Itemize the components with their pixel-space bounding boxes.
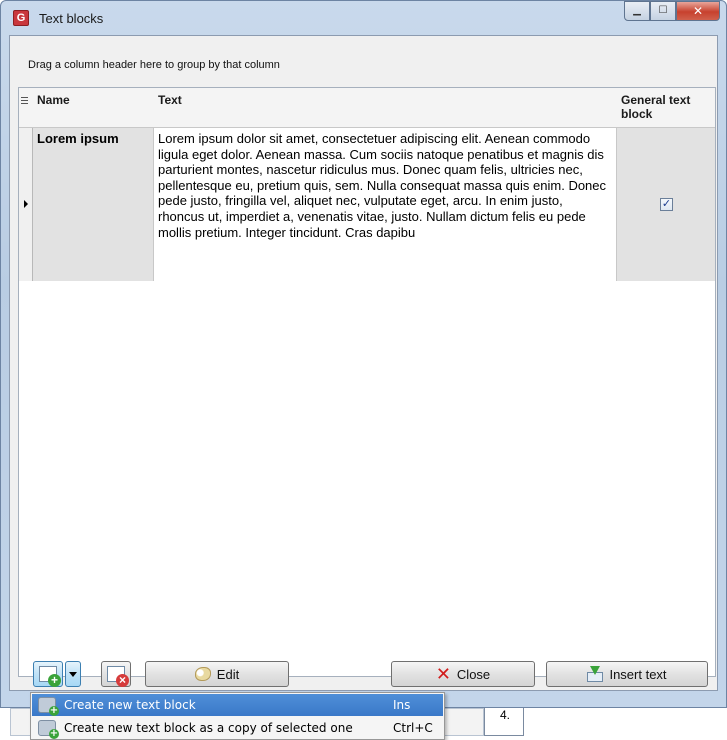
row-indicator[interactable] [19, 128, 33, 281]
add-text-block-button[interactable] [33, 661, 63, 687]
add-dropdown-button[interactable] [65, 661, 81, 687]
close-button[interactable]: ✕ Close [391, 661, 535, 687]
menu-item-create-copy[interactable]: Create new text block as a copy of selec… [32, 717, 443, 739]
window-controls: ▁ ☐ ✕ [624, 1, 720, 23]
delete-document-icon [107, 666, 129, 687]
window-title: Text blocks [39, 11, 104, 26]
background-cell: 4. [484, 704, 524, 736]
group-by-hint: Drag a column header here to group by th… [28, 59, 280, 71]
edit-button-label: Edit [216, 666, 240, 682]
cell-name[interactable]: Lorem ipsum [33, 128, 154, 281]
add-document-icon [39, 666, 61, 687]
dialog-client-area: Drag a column header here to group by th… [9, 35, 718, 691]
text-blocks-dialog: G Text blocks ▁ ☐ ✕ Drag a column header… [0, 0, 727, 708]
insert-button-label: Insert text [609, 666, 667, 682]
grid-header: Name Text General text block [19, 88, 715, 128]
edit-icon [194, 667, 211, 681]
text-blocks-grid[interactable]: Name Text General text block Lorem ipsum… [18, 87, 716, 677]
general-text-block-checkbox[interactable]: ✓ [660, 198, 673, 211]
menu-item-shortcut: Ctrl+C [393, 721, 433, 735]
column-header-name[interactable]: Name [33, 88, 154, 128]
chevron-down-icon [69, 671, 77, 677]
app-icon: G [13, 10, 29, 26]
menu-item-label: Create new text block as a copy of selec… [64, 721, 353, 735]
add-dropdown-menu: Create new text block Ins Create new tex… [30, 692, 445, 740]
close-button-label: Close [456, 666, 491, 682]
edit-button[interactable]: Edit [145, 661, 289, 687]
close-x-icon: ✕ [435, 664, 451, 684]
maximize-button[interactable]: ☐ [650, 1, 676, 21]
background-area [524, 704, 727, 736]
column-chooser-icon[interactable] [21, 97, 28, 106]
title-bar[interactable]: G Text blocks ▁ ☐ ✕ [1, 1, 726, 35]
column-header-general[interactable]: General text block [617, 88, 715, 128]
column-header-text[interactable]: Text [154, 88, 617, 128]
menu-item-create-new[interactable]: Create new text block Ins [32, 694, 443, 716]
menu-item-label: Create new text block [64, 698, 196, 712]
table-row[interactable]: Lorem ipsum Lorem ipsum dolor sit amet, … [19, 128, 715, 281]
cell-general: ✓ [617, 128, 715, 281]
insert-icon [587, 666, 604, 682]
cell-text[interactable]: Lorem ipsum dolor sit amet, consectetuer… [154, 128, 617, 281]
menu-item-shortcut: Ins [393, 698, 411, 712]
group-by-panel[interactable]: Drag a column header here to group by th… [18, 36, 718, 86]
delete-text-block-button[interactable] [101, 661, 131, 687]
current-row-arrow-icon [24, 200, 28, 208]
minimize-button[interactable]: ▁ [624, 1, 650, 21]
new-block-icon [38, 697, 59, 716]
insert-text-button[interactable]: Insert text [546, 661, 708, 687]
close-window-button[interactable]: ✕ [676, 1, 720, 21]
copy-block-icon [38, 720, 59, 739]
